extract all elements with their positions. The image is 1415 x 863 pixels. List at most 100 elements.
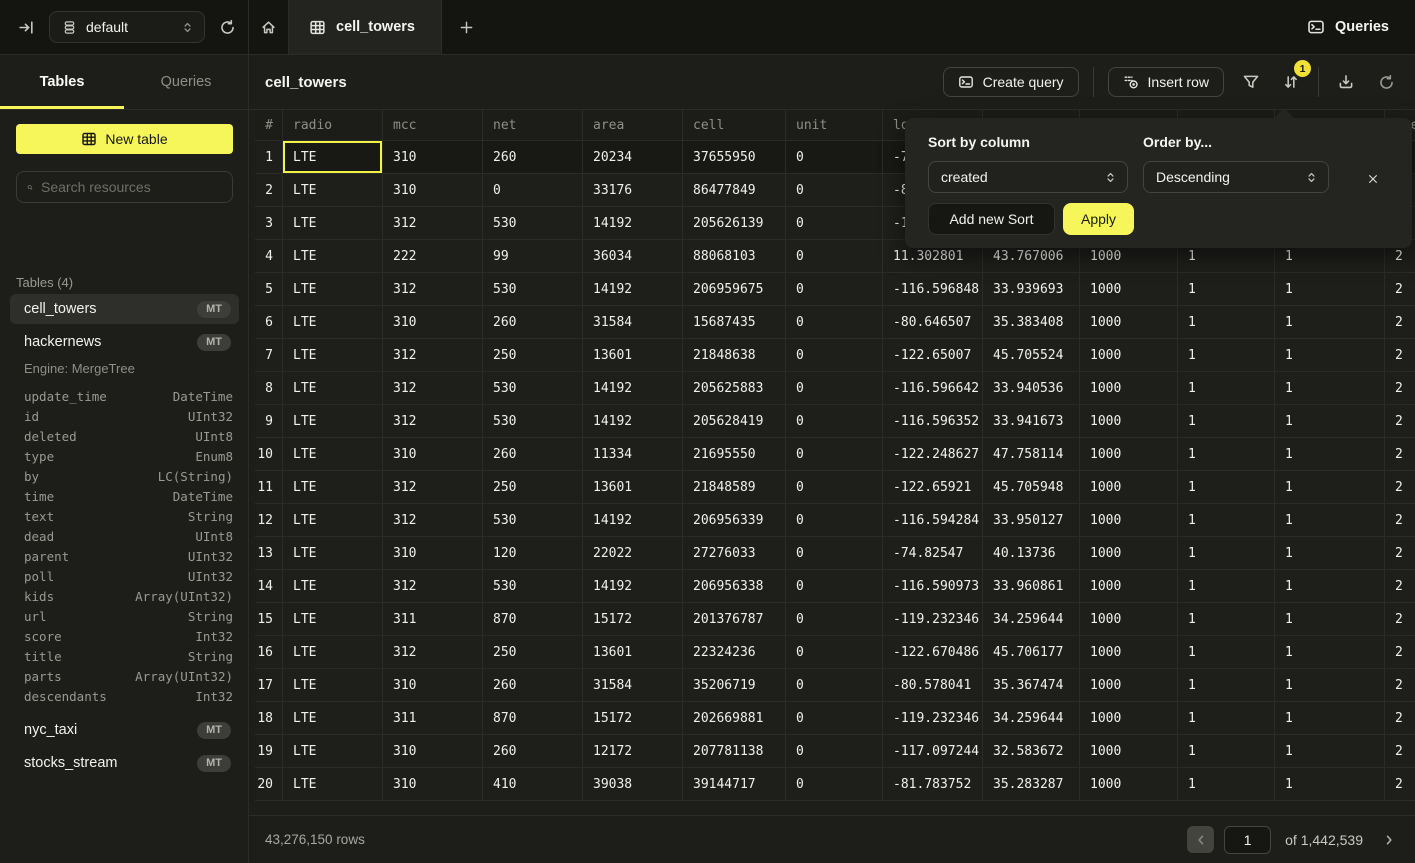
cell[interactable]: LTE xyxy=(283,240,383,273)
cell[interactable]: LTE xyxy=(283,603,383,636)
cell[interactable]: -117.097244 xyxy=(883,735,983,768)
cell[interactable]: 45.705948 xyxy=(983,471,1080,504)
cell[interactable]: 1 xyxy=(1275,669,1385,702)
cell[interactable]: 2 xyxy=(1385,636,1415,669)
cell[interactable]: 0 xyxy=(786,438,883,471)
search-input[interactable] xyxy=(41,179,222,195)
cell[interactable]: 310 xyxy=(383,537,483,570)
cell[interactable]: 1 xyxy=(1178,537,1275,570)
cell[interactable]: 0 xyxy=(786,702,883,735)
cell[interactable]: 1000 xyxy=(1080,537,1178,570)
cell[interactable]: 0 xyxy=(786,207,883,240)
cell[interactable]: 260 xyxy=(483,306,583,339)
cell[interactable]: LTE xyxy=(283,669,383,702)
cell[interactable]: 1000 xyxy=(1080,339,1178,372)
cell[interactable]: 35.383408 xyxy=(983,306,1080,339)
cell[interactable]: -122.248627 xyxy=(883,438,983,471)
sidebar-table-cell-towers[interactable]: cell_towers MT xyxy=(10,294,239,324)
cell[interactable]: 0 xyxy=(786,273,883,306)
cell[interactable]: -119.232346 xyxy=(883,702,983,735)
cell[interactable]: 120 xyxy=(483,537,583,570)
collapse-sidebar-icon[interactable] xyxy=(18,19,35,36)
cell[interactable]: LTE xyxy=(283,768,383,801)
cell[interactable]: 15687435 xyxy=(683,306,786,339)
cell[interactable]: 312 xyxy=(383,636,483,669)
cell[interactable]: 1 xyxy=(1275,438,1385,471)
cell[interactable]: 206959675 xyxy=(683,273,786,306)
cell[interactable]: 0 xyxy=(786,339,883,372)
cell[interactable]: 2 xyxy=(1385,372,1415,405)
cell[interactable]: 530 xyxy=(483,504,583,537)
cell[interactable]: -116.596352 xyxy=(883,405,983,438)
cell[interactable]: 2 xyxy=(1385,438,1415,471)
cell[interactable]: 1000 xyxy=(1080,570,1178,603)
insert-row-button[interactable]: Insert row xyxy=(1108,67,1224,97)
home-tab[interactable] xyxy=(249,0,289,54)
cell[interactable]: LTE xyxy=(283,438,383,471)
sidebar-tab-queries[interactable]: Queries xyxy=(124,55,248,109)
cell[interactable]: 205628419 xyxy=(683,405,786,438)
cell[interactable]: LTE xyxy=(283,570,383,603)
cell[interactable]: 1 xyxy=(1178,669,1275,702)
sidebar-table-hackernews[interactable]: hackernews MT xyxy=(10,327,239,357)
cell[interactable]: 312 xyxy=(383,504,483,537)
cell[interactable]: 34.259644 xyxy=(983,702,1080,735)
cell[interactable]: 202669881 xyxy=(683,702,786,735)
cell[interactable]: 201376787 xyxy=(683,603,786,636)
cell[interactable]: 14192 xyxy=(583,405,683,438)
cell[interactable]: 1 xyxy=(1178,405,1275,438)
cell[interactable]: 33.939693 xyxy=(983,273,1080,306)
cell[interactable]: 1000 xyxy=(1080,735,1178,768)
page-number-input[interactable] xyxy=(1224,826,1271,854)
apply-sort-button[interactable]: Apply xyxy=(1063,203,1134,235)
column-header[interactable]: radio xyxy=(283,110,383,141)
refresh-table-button[interactable] xyxy=(1373,69,1399,95)
database-selector[interactable]: default xyxy=(49,11,205,43)
cell[interactable]: LTE xyxy=(283,471,383,504)
cell[interactable]: 45.705524 xyxy=(983,339,1080,372)
cell[interactable]: LTE xyxy=(283,735,383,768)
cell[interactable]: 13601 xyxy=(583,636,683,669)
cell[interactable]: 36034 xyxy=(583,240,683,273)
cell[interactable]: LTE xyxy=(283,174,383,207)
cell[interactable]: LTE xyxy=(283,306,383,339)
cell[interactable]: 1 xyxy=(1178,570,1275,603)
cell[interactable]: 312 xyxy=(383,372,483,405)
cell[interactable]: 260 xyxy=(483,669,583,702)
cell[interactable]: 21848589 xyxy=(683,471,786,504)
cell[interactable]: 14192 xyxy=(583,372,683,405)
cell[interactable]: 1 xyxy=(1178,603,1275,636)
cell[interactable]: -116.594284 xyxy=(883,504,983,537)
cell[interactable]: 1000 xyxy=(1080,669,1178,702)
cell[interactable]: 88068103 xyxy=(683,240,786,273)
sidebar-table-nyc-taxi[interactable]: nyc_taxi MT xyxy=(10,715,239,745)
cell[interactable]: 1 xyxy=(1275,537,1385,570)
cell[interactable]: 33.940536 xyxy=(983,372,1080,405)
cell[interactable]: -119.232346 xyxy=(883,603,983,636)
cell[interactable]: 37655950 xyxy=(683,141,786,174)
column-header[interactable]: net xyxy=(483,110,583,141)
cell[interactable]: 1000 xyxy=(1080,405,1178,438)
cell[interactable]: 312 xyxy=(383,207,483,240)
cell[interactable]: 33.941673 xyxy=(983,405,1080,438)
column-header[interactable]: unit xyxy=(786,110,883,141)
cell[interactable]: LTE xyxy=(283,537,383,570)
cell[interactable]: 530 xyxy=(483,207,583,240)
cell[interactable]: 1 xyxy=(1275,471,1385,504)
cell[interactable]: 0 xyxy=(786,669,883,702)
cell[interactable]: 260 xyxy=(483,141,583,174)
cell[interactable]: 1000 xyxy=(1080,438,1178,471)
cell[interactable]: 260 xyxy=(483,735,583,768)
cell[interactable]: 2 xyxy=(1385,339,1415,372)
cell[interactable]: 205625883 xyxy=(683,372,786,405)
cell[interactable]: 1000 xyxy=(1080,702,1178,735)
cell[interactable]: 1000 xyxy=(1080,372,1178,405)
cell[interactable]: 32.583672 xyxy=(983,735,1080,768)
cell[interactable]: 33.950127 xyxy=(983,504,1080,537)
sort-column-select[interactable]: created xyxy=(928,161,1128,193)
cell[interactable]: -116.596848 xyxy=(883,273,983,306)
cell[interactable]: LTE xyxy=(283,339,383,372)
cell[interactable]: LTE xyxy=(283,702,383,735)
cell[interactable]: 0 xyxy=(786,471,883,504)
cell[interactable]: 0 xyxy=(483,174,583,207)
